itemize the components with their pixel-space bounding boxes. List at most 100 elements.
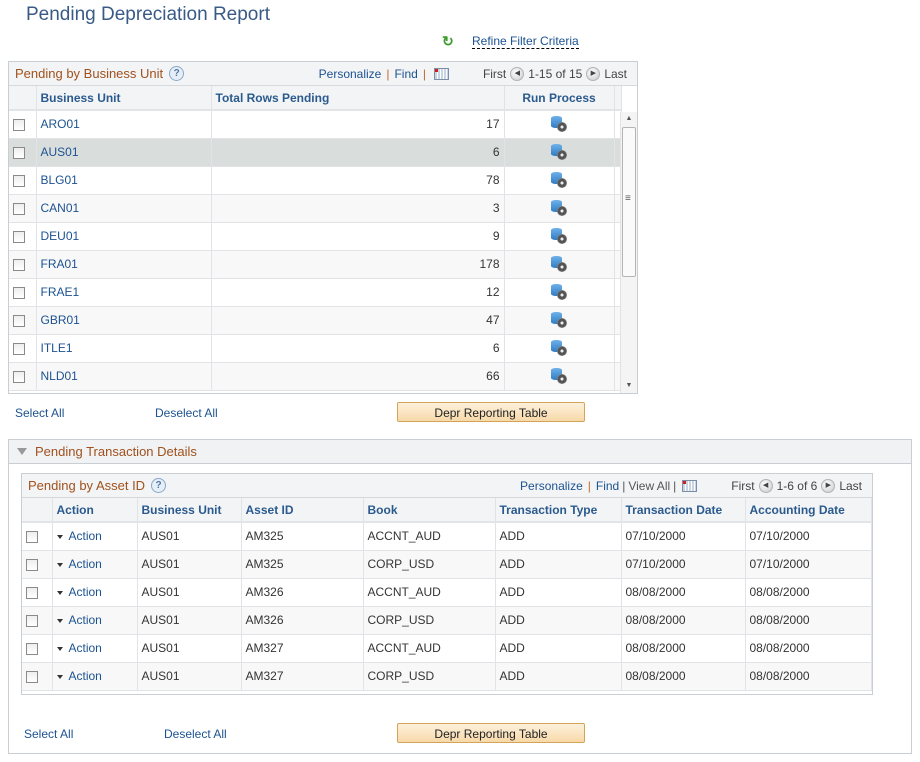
action-label[interactable]: Action — [69, 641, 102, 655]
table-row[interactable]: Action AUS01 AM325 CORP_USD ADD 07/10/2000 07/… — [22, 550, 872, 579]
business-unit-link[interactable]: FRA01 — [41, 257, 78, 271]
table-row[interactable]: ARO01 17 — [9, 110, 622, 139]
table-row[interactable]: BLG01 78 — [9, 166, 622, 195]
table-row[interactable]: Action AUS01 AM326 ACCNT_AUD ADD 08/08/2000 08… — [22, 578, 872, 607]
table-row[interactable]: Action AUS01 AM327 ACCNT_AUD ADD 08/08/2000 08… — [22, 634, 872, 663]
action-menu[interactable]: Action — [52, 578, 138, 607]
download-spreadsheet-icon[interactable] — [433, 68, 449, 80]
business-unit-link[interactable]: ARO01 — [41, 117, 80, 131]
row-checkbox[interactable] — [13, 370, 25, 383]
personalize-link[interactable]: Personalize — [319, 67, 382, 81]
action-label[interactable]: Action — [69, 557, 102, 571]
column-header-asset-id[interactable]: Asset ID — [241, 498, 364, 523]
action-label[interactable]: Action — [69, 585, 102, 599]
row-checkbox[interactable] — [13, 230, 25, 243]
deselect-all-link[interactable]: Deselect All — [155, 406, 218, 420]
section-header[interactable]: Pending Transaction Details — [9, 440, 911, 464]
table-row[interactable]: FRA01 178 — [9, 250, 622, 279]
previous-icon[interactable]: ◀ — [758, 479, 773, 493]
row-checkbox[interactable] — [26, 531, 38, 544]
find-link[interactable]: Find — [394, 67, 417, 81]
business-unit-cell[interactable]: FRA01 — [36, 250, 212, 279]
table-row[interactable]: NLD01 66 — [9, 362, 622, 391]
business-unit-link[interactable]: ITLE1 — [41, 341, 73, 355]
run-process-icon[interactable] — [551, 284, 567, 300]
table-row[interactable]: AUS01 6 — [9, 138, 622, 167]
business-unit-cell[interactable]: ITLE1 — [36, 334, 212, 363]
business-unit-link[interactable]: DEU01 — [41, 229, 80, 243]
action-menu[interactable]: Action — [52, 662, 138, 691]
column-header-total-rows[interactable]: Total Rows Pending — [211, 86, 505, 111]
column-header-transaction-type[interactable]: Transaction Type — [495, 498, 622, 523]
action-label[interactable]: Action — [69, 669, 102, 683]
previous-icon[interactable]: ◀ — [510, 67, 525, 81]
business-unit-link[interactable]: BLG01 — [41, 173, 78, 187]
scroll-down-icon[interactable]: ▼ — [621, 379, 637, 393]
row-checkbox[interactable] — [13, 342, 25, 355]
refresh-icon[interactable]: ↻ — [442, 34, 456, 49]
find-link[interactable]: Find — [596, 479, 619, 493]
action-menu[interactable]: Action — [52, 550, 138, 579]
row-checkbox[interactable] — [13, 119, 25, 132]
column-header-transaction-date[interactable]: Transaction Date — [621, 498, 746, 523]
row-checkbox[interactable] — [26, 586, 38, 599]
run-process-icon[interactable] — [551, 368, 567, 384]
scroll-thumb[interactable] — [622, 127, 636, 277]
help-icon[interactable]: ? — [169, 66, 185, 81]
help-icon[interactable]: ? — [151, 478, 167, 493]
run-process-icon[interactable] — [551, 172, 567, 188]
business-unit-cell[interactable]: FRAE1 — [36, 278, 212, 307]
table-row[interactable]: Action AUS01 AM325 ACCNT_AUD ADD 07/10/2000 07… — [22, 522, 872, 551]
refine-filter-link[interactable]: Refine Filter Criteria — [472, 34, 579, 49]
run-process-icon[interactable] — [551, 256, 567, 272]
row-checkbox[interactable] — [26, 642, 38, 655]
collapse-triangle-icon[interactable] — [17, 448, 27, 455]
business-unit-link[interactable]: NLD01 — [41, 369, 78, 383]
row-checkbox[interactable] — [26, 614, 38, 627]
run-process-icon[interactable] — [551, 116, 567, 133]
next-icon[interactable]: ▶ — [586, 67, 601, 81]
table-row[interactable]: DEU01 9 — [9, 222, 622, 251]
run-process-icon[interactable] — [551, 200, 567, 216]
run-process-icon[interactable] — [551, 144, 567, 160]
run-process-icon[interactable] — [551, 340, 567, 356]
business-unit-cell[interactable]: NLD01 — [36, 362, 212, 391]
column-header-book[interactable]: Book — [363, 498, 496, 523]
row-checkbox[interactable] — [13, 286, 25, 299]
business-unit-cell[interactable]: AUS01 — [36, 138, 212, 167]
action-label[interactable]: Action — [69, 529, 102, 543]
run-process-icon[interactable] — [551, 228, 567, 244]
table-row[interactable]: Action AUS01 AM326 CORP_USD ADD 08/08/2000 08/… — [22, 606, 872, 635]
depr-reporting-table-button[interactable]: Depr Reporting Table — [397, 723, 585, 743]
vertical-scrollbar[interactable]: ▲ ▼ — [620, 112, 637, 393]
table-row[interactable]: CAN01 3 — [9, 194, 622, 223]
action-menu[interactable]: Action — [52, 522, 138, 551]
depr-reporting-table-button[interactable]: Depr Reporting Table — [397, 402, 585, 422]
row-checkbox[interactable] — [26, 558, 38, 571]
table-row[interactable]: GBR01 47 — [9, 306, 622, 335]
action-menu[interactable]: Action — [52, 634, 138, 663]
scroll-up-icon[interactable]: ▲ — [621, 112, 637, 126]
row-checkbox[interactable] — [13, 258, 25, 271]
deselect-all-link[interactable]: Deselect All — [164, 727, 227, 741]
business-unit-link[interactable]: FRAE1 — [41, 285, 80, 299]
run-process-icon[interactable] — [551, 312, 567, 328]
business-unit-cell[interactable]: CAN01 — [36, 194, 212, 223]
business-unit-cell[interactable]: GBR01 — [36, 306, 212, 335]
column-header-business-unit[interactable]: Business Unit — [36, 86, 212, 111]
business-unit-cell[interactable]: BLG01 — [36, 166, 212, 195]
business-unit-link[interactable]: AUS01 — [41, 145, 79, 159]
column-header-accounting-date[interactable]: Accounting Date — [745, 498, 872, 523]
table-row[interactable]: ITLE1 6 — [9, 334, 622, 363]
row-checkbox[interactable] — [13, 174, 25, 187]
table-row[interactable]: Action AUS01 AM327 CORP_USD ADD 08/08/2000 08/… — [22, 662, 872, 691]
personalize-link[interactable]: Personalize — [520, 479, 583, 493]
view-all-link[interactable]: View All — [628, 479, 670, 493]
action-label[interactable]: Action — [69, 613, 102, 627]
select-all-link[interactable]: Select All — [15, 406, 64, 420]
action-menu[interactable]: Action — [52, 606, 138, 635]
download-spreadsheet-icon[interactable] — [682, 480, 698, 492]
refine-filter[interactable]: ↻ Refine Filter Criteria — [442, 34, 579, 49]
table-row[interactable]: FRAE1 12 — [9, 278, 622, 307]
column-header-business-unit[interactable]: Business Unit — [137, 498, 242, 523]
